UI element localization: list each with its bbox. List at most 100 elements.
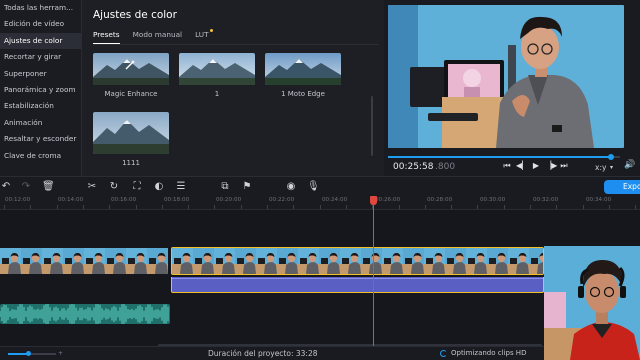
current-time: 00:25:58: [393, 162, 434, 172]
sidebar-item-video-editing[interactable]: Edición de vídeo: [0, 16, 81, 32]
clip-frame: [214, 248, 235, 274]
export-button[interactable]: Exportar: [604, 180, 640, 194]
video-clip[interactable]: [0, 248, 170, 274]
color-adjustment-track[interactable]: [171, 277, 544, 293]
ruler-label: 00:24:00: [322, 197, 348, 203]
playhead-handle[interactable]: [370, 196, 377, 205]
ruler-tick: [398, 205, 400, 209]
clip-frame: [172, 248, 193, 274]
clip-frame: [193, 248, 214, 274]
preset-thumbnail: [265, 53, 341, 85]
zoom-knob[interactable]: [26, 351, 31, 356]
playhead[interactable]: [373, 196, 374, 346]
ruler-tick: [635, 205, 637, 209]
panel-title: Ajustes de color: [93, 9, 177, 21]
record-webcam-icon[interactable]: ◉: [285, 180, 297, 193]
marker-icon[interactable]: ⚑: [241, 180, 253, 193]
clip-frame: [21, 248, 42, 274]
sidebar-item-chroma-key[interactable]: Clave de croma: [0, 148, 81, 164]
skip-end-icon[interactable]: ⏭: [559, 161, 569, 171]
clip-frame: [0, 248, 21, 274]
redo-icon[interactable]: ↷: [20, 180, 32, 193]
ruler-tick: [345, 205, 347, 209]
sidebar-item-all-tools[interactable]: Todas las herram...: [0, 0, 81, 16]
preset-magic-enhance[interactable]: Magic Enhance: [93, 53, 169, 98]
ruler-tick: [109, 205, 111, 209]
ruler-tick: [424, 205, 426, 209]
preset-1111[interactable]: 1111: [93, 112, 169, 167]
volume-icon[interactable]: 🔊: [624, 160, 635, 170]
tab-presets[interactable]: Presets: [93, 30, 120, 44]
ruler-tick: [161, 205, 163, 209]
clip-frame: [529, 248, 543, 274]
clip-frame: [382, 248, 403, 274]
sidebar-item-pan-zoom[interactable]: Panorámica y zoom: [0, 82, 81, 98]
tab-manual-mode[interactable]: Modo manual: [133, 30, 183, 44]
chevron-down-icon[interactable]: ▾: [610, 164, 613, 171]
ruler-label: 00:22:00: [269, 197, 295, 203]
timeline-zoom-slider[interactable]: [8, 353, 56, 355]
ruler-tick: [477, 205, 479, 209]
color-adjustments-panel: Ajustes de color Presets Modo manual LUT…: [82, 0, 384, 176]
play-icon[interactable]: ▶: [531, 161, 541, 170]
playback-progress-bar[interactable]: [388, 153, 620, 160]
clip-frame: [63, 248, 84, 274]
tabs-divider: [93, 44, 379, 45]
skip-start-icon[interactable]: ⏮: [502, 161, 512, 171]
clip-settings-icon[interactable]: ☰: [175, 180, 187, 193]
tab-lut[interactable]: LUT: [195, 29, 213, 44]
step-forward-icon[interactable]: ▕▶: [545, 161, 557, 170]
clip-frame: [466, 248, 487, 274]
ruler-label: 00:12:00: [5, 197, 31, 203]
preset-label: Magic Enhance: [104, 90, 158, 98]
clip-frame: [256, 248, 277, 274]
ruler-tick: [451, 205, 453, 209]
step-back-icon[interactable]: ◀▏: [516, 161, 528, 170]
clip-frame: [235, 248, 256, 274]
ruler-label: 00:18:00: [164, 197, 190, 203]
timeline-ruler[interactable]: 00:12:00 00:14:00 00:16:00 00:18:00 00:2…: [0, 196, 640, 210]
ruler-tick: [319, 205, 321, 209]
sidebar-item-highlight-conceal[interactable]: Resaltar y esconder: [0, 131, 81, 147]
clip-frame: [361, 248, 382, 274]
ruler-tick: [293, 205, 295, 209]
crop-icon[interactable]: ⛶: [131, 180, 143, 193]
undo-icon[interactable]: ↶: [0, 180, 12, 193]
delete-icon[interactable]: 🗑: [42, 180, 55, 193]
preset-label: 1: [214, 90, 220, 98]
preset-thumbnail: [179, 53, 255, 85]
ruler-label: 00:26:00: [375, 197, 401, 203]
preset-1[interactable]: 1: [179, 53, 255, 98]
preset-label: 1111: [122, 159, 140, 167]
preset-thumbnail: [93, 112, 169, 154]
preview-area: 00:25:58 .800 ⏮ ◀▏ ▶ ▕▶ ⏭ x:y ▾ 🔊: [384, 0, 640, 176]
ruler-tick: [240, 205, 242, 209]
video-preview[interactable]: [388, 5, 624, 148]
panel-scrollbar[interactable]: [371, 96, 373, 156]
zoom-in-icon[interactable]: +: [58, 350, 63, 357]
sidebar-item-crop-rotate[interactable]: Recortar y girar: [0, 49, 81, 65]
microphone-icon[interactable]: 🎙: [307, 180, 320, 193]
video-clip-selected[interactable]: [171, 247, 544, 275]
overlay-icon[interactable]: ⧉: [219, 180, 231, 193]
audio-clip[interactable]: [0, 304, 170, 324]
color-adjust-icon[interactable]: ◐: [153, 180, 165, 193]
sidebar-item-overlay[interactable]: Superponer: [0, 66, 81, 82]
ruler-tick: [82, 205, 84, 209]
ruler-tick: [56, 205, 58, 209]
preset-1-moto-edge[interactable]: 1 Moto Edge: [265, 53, 341, 98]
ruler-tick: [582, 205, 584, 209]
ruler-tick: [135, 205, 137, 209]
sidebar-item-color-adjustments[interactable]: Ajustes de color: [0, 32, 81, 50]
rotate-icon[interactable]: ↻: [108, 180, 120, 193]
current-time-ms: .800: [435, 162, 456, 172]
preset-thumbnail: [93, 53, 169, 85]
webcam-overlay: [544, 246, 640, 360]
tools-sidebar: Todas las herram... Edición de vídeo Aju…: [0, 0, 82, 176]
ruler-label: 00:30:00: [480, 197, 506, 203]
progress-knob[interactable]: [607, 153, 614, 160]
sidebar-item-stabilization[interactable]: Estabilización: [0, 98, 81, 114]
sidebar-item-animation[interactable]: Animación: [0, 115, 81, 131]
aspect-ratio-selector[interactable]: x:y: [595, 163, 606, 172]
cut-icon[interactable]: ✂: [86, 180, 98, 193]
